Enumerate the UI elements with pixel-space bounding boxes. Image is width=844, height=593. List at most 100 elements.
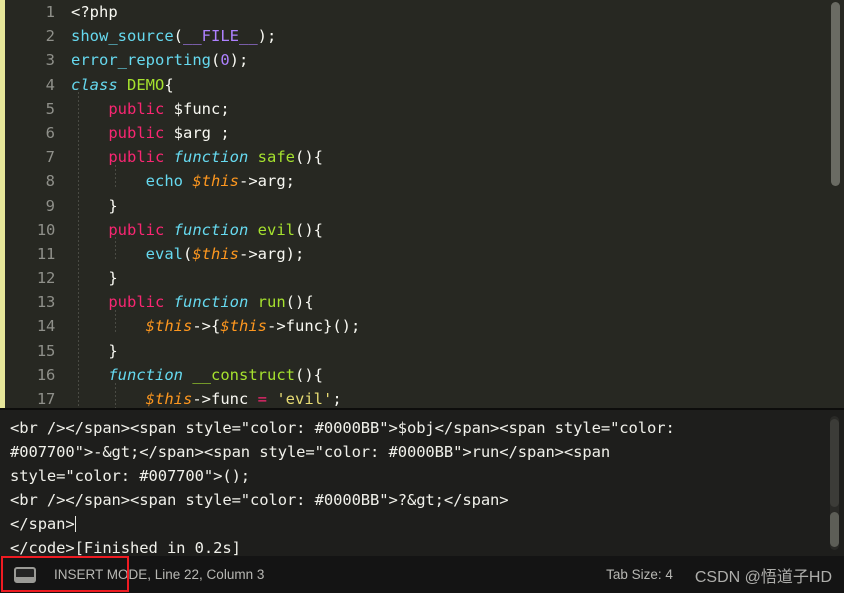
code-line-text[interactable]: $this->func = 'evil'; [65,387,342,408]
code-line[interactable]: 7 public function safe(){ [5,145,844,169]
code-line[interactable]: 1 <?php [5,0,844,24]
console-line-text: <br /></span><span style="color: #0000BB… [10,419,675,437]
code-token: echo [145,172,183,191]
console-line-text: </code>[Finished in 0.2s] [10,539,241,557]
code-token: function [173,148,249,167]
code-line-text[interactable]: error_reporting(0); [65,48,248,72]
code-token: ; [332,390,342,408]
code-line-text[interactable]: public $arg ; [65,121,229,145]
code-token: ->func}(); [267,317,361,336]
code-line-text[interactable]: } [65,339,117,363]
code-line-text[interactable]: <?php [65,0,118,24]
console-line-text: <br /></span><span style="color: #0000BB… [10,491,509,509]
code-line-text[interactable]: public function evil(){ [65,218,323,242]
code-line[interactable]: 17 $this->func = 'evil'; [5,387,844,408]
code-line-text[interactable]: public function safe(){ [65,145,323,169]
code-line[interactable]: 5 public $func; [5,97,844,121]
code-editor-pane[interactable]: 1 <?php 2 show_source(__FILE__); 3 error_repo… [0,0,844,408]
code-line-text[interactable]: function __construct(){ [65,363,323,387]
line-number: 10 [36,220,55,239]
code-line[interactable]: 12 } [5,266,844,290]
sublime-text-window: 1 <?php 2 show_source(__FILE__); 3 error_repo… [0,0,844,593]
code-token: ( [173,27,183,46]
code-line[interactable]: 16 function __construct(){ [5,363,844,387]
code-line-text[interactable]: class DEMO{ [65,73,174,97]
code-token: safe [257,148,295,167]
code-line-text[interactable]: } [65,266,117,290]
editor-scrollbar-thumb[interactable] [831,2,840,186]
code-line[interactable]: 14 $this->{$this->func}(); [5,314,844,338]
code-line-text[interactable]: } [65,194,118,218]
editor-scrollbar[interactable] [831,0,840,408]
line-number: 11 [36,244,55,263]
line-number: 5 [45,99,55,118]
code-token: (){ [294,365,323,384]
code-area[interactable]: 1 <?php 2 show_source(__FILE__); 3 error_repo… [5,0,844,408]
code-token: $this [220,317,267,336]
code-token: (){ [285,293,314,312]
code-line[interactable]: 3 error_reporting(0); [5,48,844,72]
code-line-text[interactable]: echo $this->arg; [65,169,295,193]
line-number: 15 [36,341,55,360]
line-number: 3 [45,51,55,70]
code-line-text[interactable]: public $func; [65,97,230,121]
code-line-text[interactable]: show_source(__FILE__); [65,24,276,48]
code-line[interactable]: 8 echo $this->arg; [5,169,844,193]
line-number: 13 [36,293,55,312]
code-line-text[interactable]: $this->{$this->func}(); [65,314,361,338]
code-line[interactable]: 11 eval($this->arg); [5,242,844,266]
code-line[interactable]: 2 show_source(__FILE__); [5,24,844,48]
code-token: ; [220,99,230,118]
code-line[interactable]: 6 public $arg ; [5,121,844,145]
code-line[interactable]: 15 } [5,339,844,363]
code-token: public [108,148,165,167]
console-icon[interactable] [14,566,36,583]
tab-size-label[interactable]: Tab Size: 4 [606,567,673,582]
console-scrollbar-thumb-upper[interactable] [830,419,839,507]
line-number: 12 [36,269,55,288]
console-scrollbar-thumb-lower[interactable] [830,512,839,547]
console-line: <br /></span><span style="color: #0000BB… [10,488,830,512]
code-token: ->func [192,390,258,408]
code-token: ( [182,244,193,263]
console-line: </code>[Finished in 0.2s] [10,536,830,558]
status-bar: INSERT MODE, Line 22, Column 3 Tab Size:… [0,556,844,593]
code-token: $this [145,317,193,336]
code-token: = [257,390,267,408]
code-line-text[interactable]: public function run(){ [65,290,314,314]
code-line-text[interactable]: eval($this->arg); [65,242,305,266]
line-number: 8 [45,172,55,191]
code-token: $this [145,390,193,408]
code-token: show_source [71,27,174,46]
code-line[interactable]: 4 class DEMO{ [5,73,844,97]
code-token: public [108,123,165,142]
build-output-panel[interactable]: <br /></span><span style="color: #0000BB… [0,408,844,558]
code-token: error_reporting [71,51,211,70]
line-number: 7 [45,148,55,167]
console-line: <br /></span><span style="color: #0000BB… [10,416,830,440]
code-token: ->arg; [239,172,295,191]
code-token: 0 [220,51,230,70]
code-token: function [108,365,183,384]
console-line-text: </span> [10,515,75,533]
code-line[interactable]: 13 public function run(){ [5,290,844,314]
code-token: run [257,293,286,312]
console-line: </span> [10,512,830,536]
line-number: 9 [45,196,55,215]
code-token: } [71,196,118,215]
console-line: #007700">-&gt;</span><span style="color:… [10,440,830,464]
console-scrollbar[interactable] [830,416,839,550]
line-number: 17 [36,390,55,408]
code-line[interactable]: 10 public function evil(){ [5,218,844,242]
code-line[interactable]: 9 } [5,194,844,218]
line-number: 4 [45,75,55,94]
code-token: DEMO [127,75,165,94]
